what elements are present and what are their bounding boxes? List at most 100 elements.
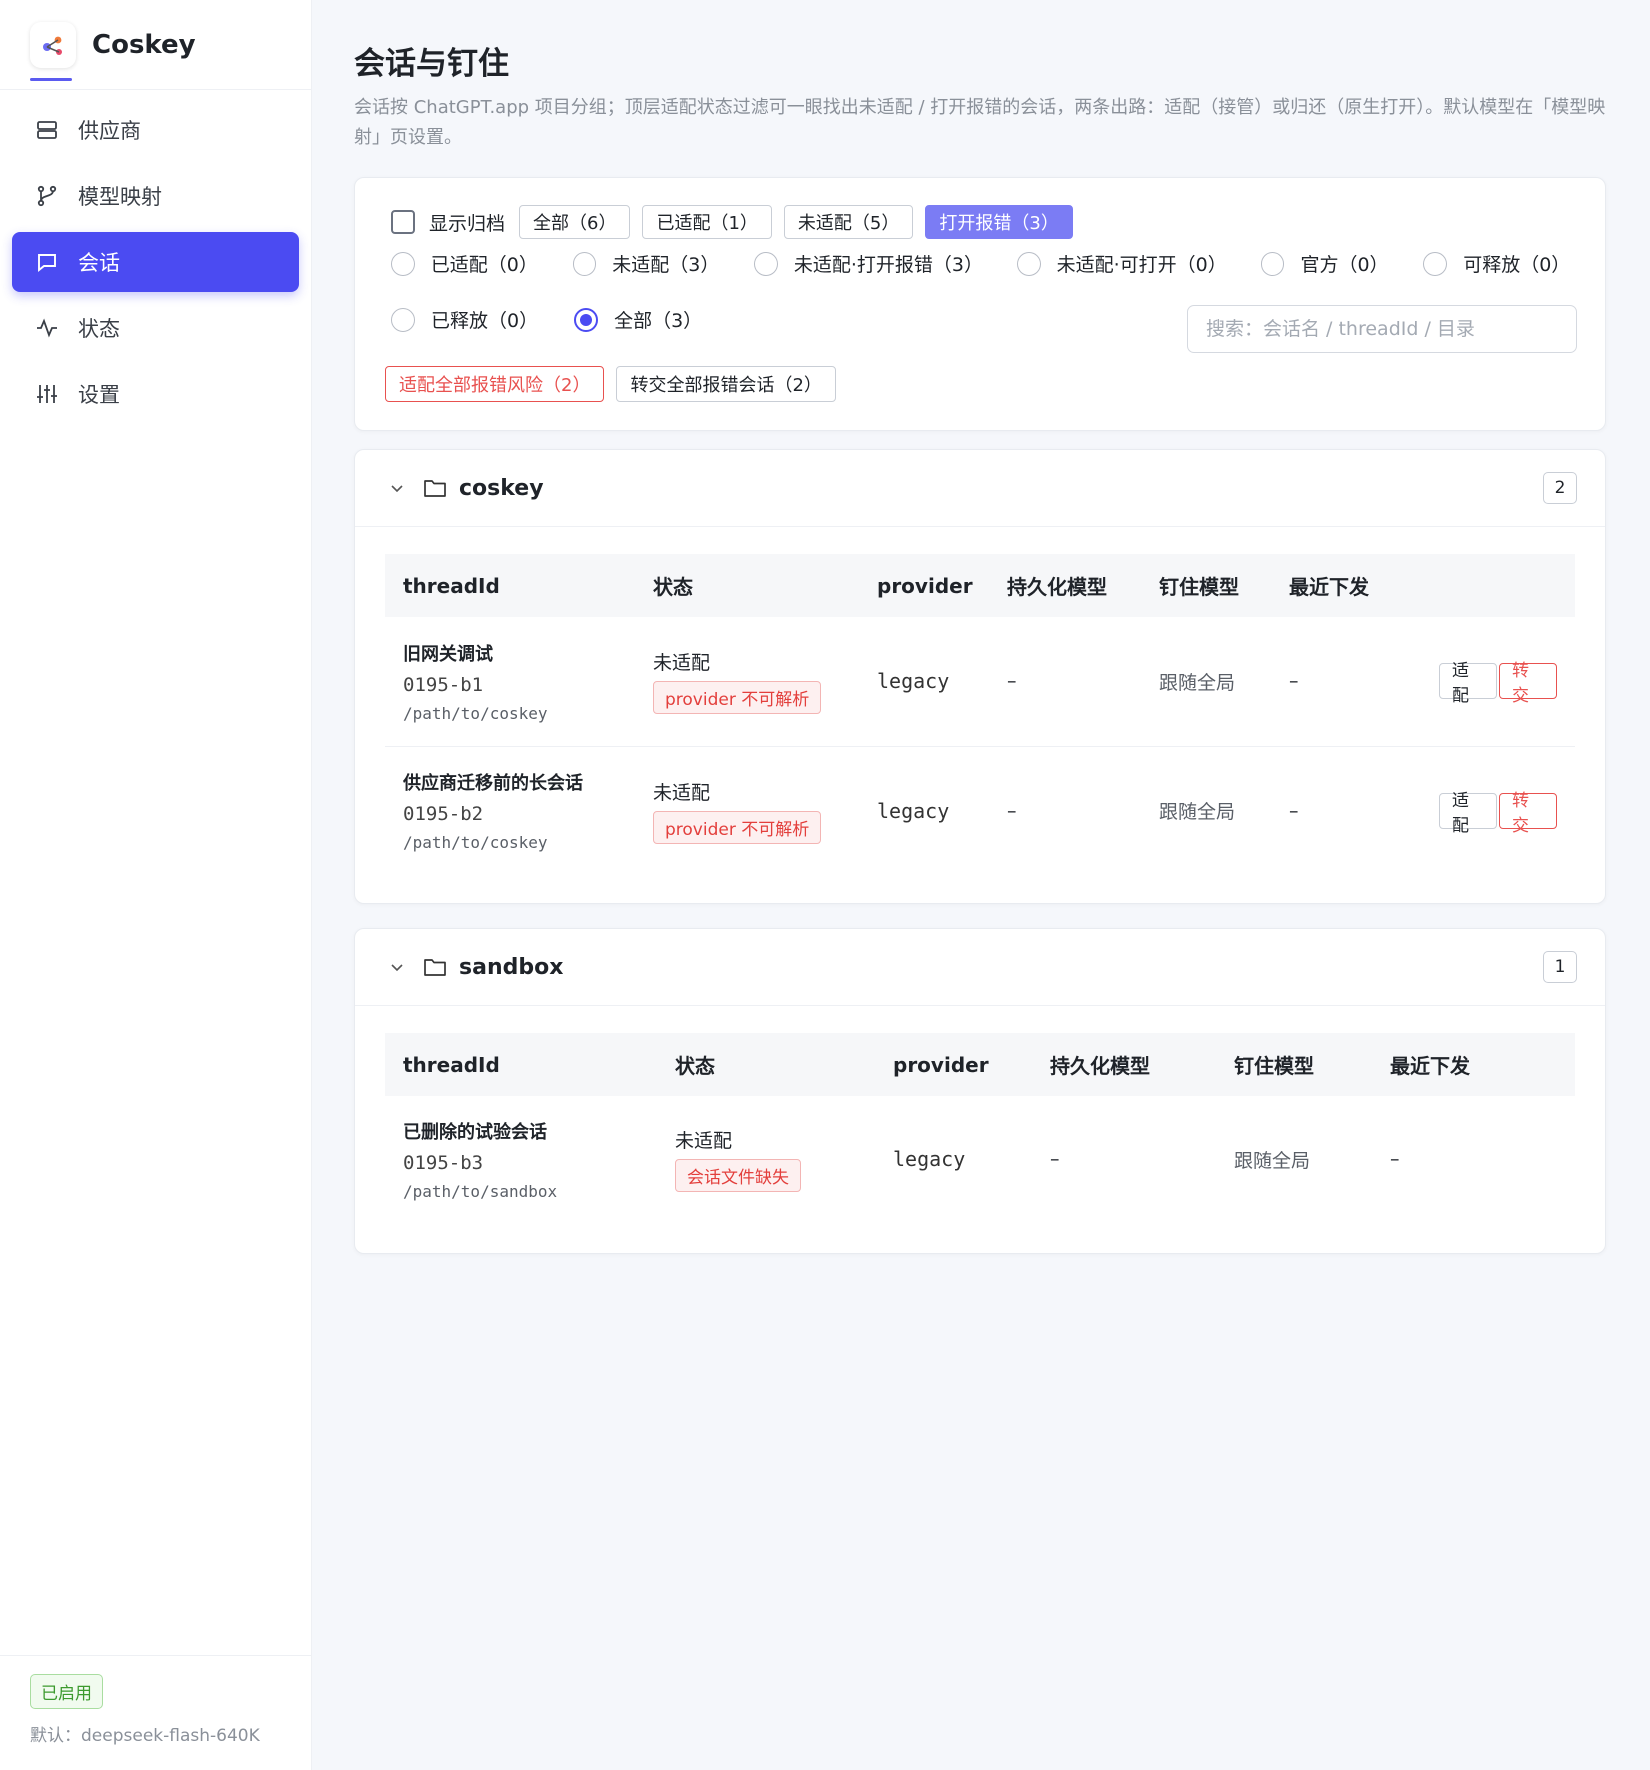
column-header: 持久化模型: [1050, 1054, 1150, 1078]
radio-circle[interactable]: [1016, 251, 1041, 276]
column-header-actions: [1421, 554, 1575, 617]
table-header-row: threadId 状态 provider 持久化模型 钉住模型 最近下发: [385, 554, 1575, 617]
sidebar-footer: 已启用 默认：deepseek-flash-640K: [0, 1655, 312, 1770]
radio-label: 未适配（3）: [612, 254, 720, 276]
folder-icon: [424, 480, 446, 497]
provider-value: legacy: [877, 798, 950, 823]
sidebar-item-providers[interactable]: 供应商: [12, 100, 299, 160]
session-name: 旧网关调试: [403, 643, 493, 665]
chip-open-error[interactable]: 打开报错（3）: [925, 205, 1073, 239]
adapt-all-errors-button[interactable]: 适配全部报错风险（2）: [385, 366, 605, 402]
radio-all[interactable]: 全部（3）: [574, 306, 702, 333]
chevron-down-icon[interactable]: [389, 480, 405, 496]
thread-id: 0195-b1: [403, 673, 484, 696]
column-header: 最近下发: [1390, 1054, 1470, 1078]
chat-icon: [34, 249, 60, 275]
show-archived-label: 显示归档: [429, 212, 506, 235]
radio-releasable[interactable]: 可释放（0）: [1423, 250, 1570, 277]
sidebar-item-label: 设置: [78, 383, 120, 407]
default-model-text: 默认：deepseek-flash-640K: [30, 1726, 260, 1746]
column-header: provider: [893, 1052, 989, 1077]
provider-value: legacy: [877, 669, 950, 694]
session-name: 已删除的试验会话: [403, 1121, 547, 1143]
sliders-icon: [34, 381, 60, 407]
radio-adapted[interactable]: 已适配（0）: [391, 250, 538, 277]
thread-id: 0195-b2: [403, 803, 484, 826]
radio-label: 已释放（0）: [431, 310, 539, 332]
radio-official[interactable]: 官方（0）: [1260, 250, 1389, 277]
filter-card: 显示归档 全部（6） 已适配（1） 未适配（5） 打开报错（3） 已适配（0） …: [354, 177, 1606, 431]
search-input[interactable]: [1187, 305, 1577, 353]
group-header[interactable]: sandbox 1: [355, 929, 1605, 1006]
radio-unadapted[interactable]: 未适配（3）: [572, 250, 720, 277]
transfer-all-errors-button[interactable]: 转交全部报错会话（2）: [616, 366, 836, 402]
persisted-model: –: [1050, 1148, 1060, 1170]
group-name: coskey: [459, 475, 544, 501]
radio-circle[interactable]: [1260, 251, 1285, 276]
pinned-model: 跟随全局: [1234, 1149, 1311, 1172]
radio-circle[interactable]: [574, 307, 599, 332]
radio-circle[interactable]: [572, 251, 597, 276]
group-name: sandbox: [459, 954, 564, 980]
column-header: 最近下发: [1289, 575, 1369, 599]
radio-circle[interactable]: [391, 307, 415, 332]
transfer-button[interactable]: 转交: [1499, 661, 1557, 706]
brand-name: Coskey: [92, 29, 196, 60]
sidebar-item-label: 会话: [78, 251, 120, 275]
session-path: /path/to/coskey: [403, 703, 548, 723]
column-header: threadId: [403, 1052, 500, 1077]
pinned-model: 跟随全局: [1159, 671, 1236, 694]
column-header: 持久化模型: [1007, 575, 1107, 599]
adapt-button[interactable]: 适配: [1439, 661, 1497, 706]
table-header-row: threadId 状态 provider 持久化模型 钉住模型 最近下发: [385, 1033, 1575, 1096]
radio-label: 官方（0）: [1300, 254, 1389, 276]
transfer-button[interactable]: 转交: [1499, 791, 1557, 836]
chip-adapted[interactable]: 已适配（1）: [642, 205, 772, 239]
column-header: 状态: [653, 575, 693, 599]
status-badge: 已启用: [30, 1674, 103, 1709]
server-icon: [34, 117, 60, 143]
column-header: 状态: [675, 1054, 715, 1078]
sidebar-item-sessions[interactable]: 会话: [12, 232, 299, 292]
group-header[interactable]: coskey 2: [355, 450, 1605, 527]
radio-unadapted-open-error[interactable]: 未适配·打开报错（3）: [754, 250, 983, 277]
sidebar-item-settings[interactable]: 设置: [12, 364, 299, 424]
sidebar-item-model-mapping[interactable]: 模型映射: [12, 166, 299, 226]
branch-icon: [34, 183, 60, 209]
table-row: 旧网关调试 0195-b1/path/to/coskey 未适配 provider …: [385, 617, 1575, 746]
chip-unadapted[interactable]: 未适配（5）: [783, 205, 914, 239]
column-header: 钉住模型: [1159, 575, 1239, 599]
radio-row-2: 已释放（0） 全部（3）: [391, 306, 738, 333]
thread-id: 0195-b3: [403, 1151, 484, 1174]
chip-all[interactable]: 全部（6）: [519, 205, 631, 239]
radio-circle[interactable]: [391, 251, 415, 276]
sessions-table: threadId 状态 provider 持久化模型 钉住模型 最近下发 旧网关…: [385, 554, 1575, 875]
sidebar-item-status[interactable]: 状态: [12, 298, 299, 358]
main-content: 会话与钉住 会话按 ChatGPT.app 项目分组；顶层适配状态过滤可一眼找出…: [354, 0, 1606, 1254]
session-path: /path/to/coskey: [403, 833, 548, 853]
page-title: 会话与钉住: [354, 46, 509, 82]
radio-label: 已适配（0）: [430, 254, 538, 276]
provider-value: legacy: [893, 1147, 966, 1171]
radio-unadapted-openable[interactable]: 未适配·可打开（0）: [1016, 250, 1227, 277]
show-archived-checkbox[interactable]: [391, 210, 415, 234]
status-text: 未适配: [653, 781, 711, 804]
sessions-table: threadId 状态 provider 持久化模型 钉住模型 最近下发 已删除…: [385, 1033, 1575, 1222]
radio-circle[interactable]: [754, 251, 778, 276]
app-logo-icon: [30, 21, 76, 68]
radio-circle[interactable]: [1423, 251, 1448, 276]
chevron-down-icon[interactable]: [389, 959, 405, 975]
table-row: 供应商迁移前的长会话 0195-b2/path/to/coskey 未适配 prov…: [385, 746, 1575, 875]
persisted-model: –: [1007, 799, 1017, 822]
column-header: threadId: [403, 573, 500, 598]
bulk-actions: 适配全部报错风险（2） 转交全部报错会话（2）: [385, 366, 848, 402]
persisted-model: –: [1007, 670, 1017, 693]
recent-dispatch: –: [1289, 799, 1299, 822]
radio-label: 未适配·打开报错（3）: [793, 254, 983, 276]
session-path: /path/to/sandbox: [403, 1181, 558, 1201]
radio-released[interactable]: 已释放（0）: [391, 306, 538, 333]
pulse-icon: [34, 315, 60, 341]
column-header: provider: [877, 573, 973, 598]
adapt-button[interactable]: 适配: [1439, 791, 1497, 836]
status-text: 未适配: [653, 652, 711, 675]
